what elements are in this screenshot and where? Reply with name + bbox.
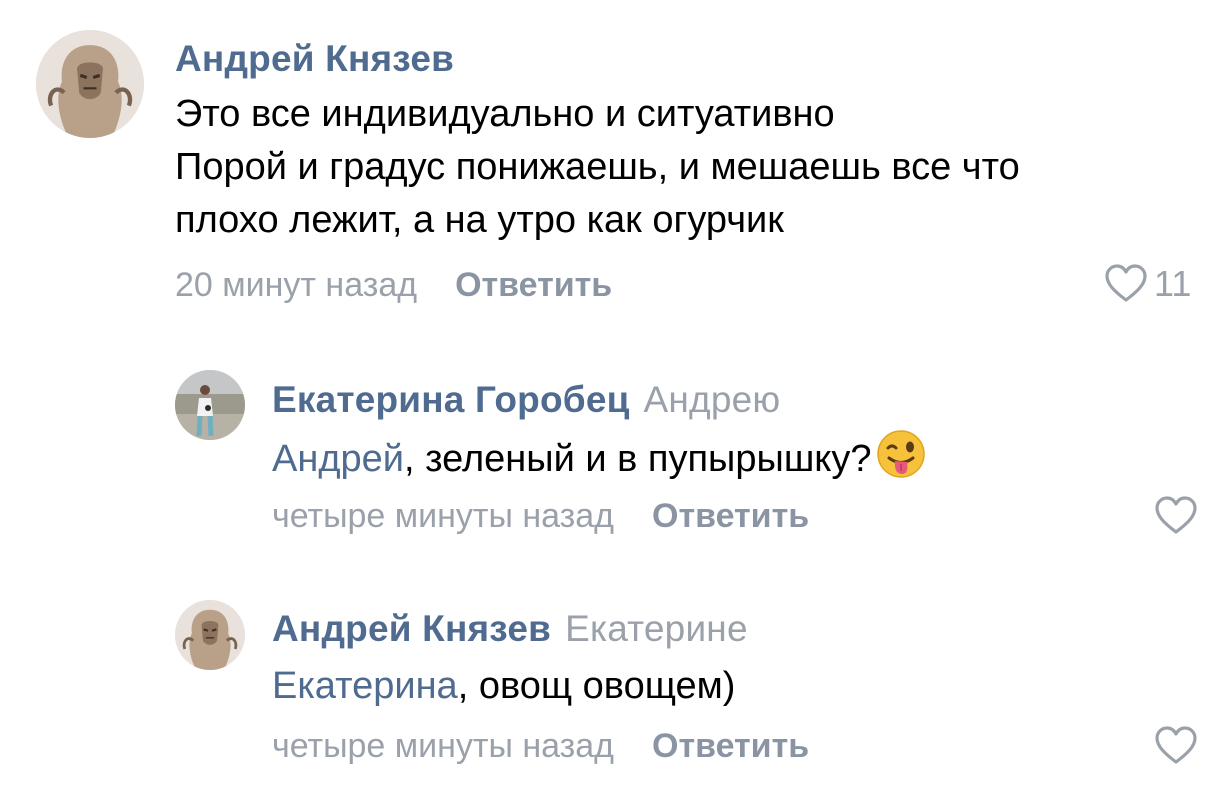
like-count: 11 [1154, 263, 1192, 304]
mention-link[interactable]: Андрей [272, 438, 404, 480]
comment-text-body: , зеленый и в пупырышку? [404, 438, 872, 480]
reply-button[interactable]: Ответить [652, 497, 809, 535]
comment-text-line: Порой и градус понижаешь, и мешаешь все … [175, 146, 1020, 188]
like-button[interactable] [1154, 496, 1198, 536]
heart-icon [1155, 496, 1197, 534]
comment-timestamp: четыре минуты назад [272, 727, 615, 765]
winking-face-with-tongue-icon [876, 429, 926, 494]
comment-text: Это все индивидуально и ситуативно Порой… [175, 88, 1020, 247]
heart-icon [1105, 264, 1147, 302]
comment-author[interactable]: Андрей Князев Екатерине [272, 608, 748, 650]
comment-author-name[interactable]: Андрей Князев [272, 608, 551, 649]
avatar[interactable] [36, 30, 144, 138]
avatar[interactable] [175, 600, 245, 670]
comment-text: Екатерина, овощ овощем) [272, 660, 735, 713]
comment-text: Андрей, зеленый и в пупырышку? [272, 429, 926, 494]
comment-meta: 20 минут назад Ответить [175, 266, 612, 305]
comment-meta: четыре минуты назад Ответить [272, 497, 809, 536]
avatar[interactable] [175, 370, 245, 440]
avatar-icon [36, 30, 144, 138]
avatar-icon [175, 600, 245, 670]
comment-text-body: , овощ овощем) [457, 665, 736, 707]
comment-timestamp: 20 минут назад [175, 266, 418, 304]
comment-author-name[interactable]: Екатерина Горобец [272, 379, 630, 420]
mention-link[interactable]: Екатерина [272, 665, 458, 707]
comment-text-line: Это все индивидуально и ситуативно [175, 93, 835, 135]
heart-icon [1155, 726, 1197, 764]
reply-to-label[interactable]: Андрею [644, 379, 781, 420]
comments-thread: Андрей Князев Это все индивидуально и си… [0, 0, 1216, 793]
like-button[interactable] [1154, 726, 1198, 766]
comment-meta: четыре минуты назад Ответить [272, 727, 809, 766]
reply-button[interactable]: Ответить [455, 266, 612, 304]
avatar-icon [175, 370, 245, 440]
comment-text-line: плохо лежит, а на утро как огурчик [175, 199, 784, 241]
comment-timestamp: четыре минуты назад [272, 497, 615, 535]
comment-author[interactable]: Екатерина Горобец Андрею [272, 379, 780, 421]
comment-author[interactable]: Андрей Князев [175, 38, 454, 80]
reply-to-label[interactable]: Екатерине [565, 608, 748, 649]
reply-button[interactable]: Ответить [652, 727, 809, 765]
like-button[interactable]: 11 [1104, 263, 1191, 305]
